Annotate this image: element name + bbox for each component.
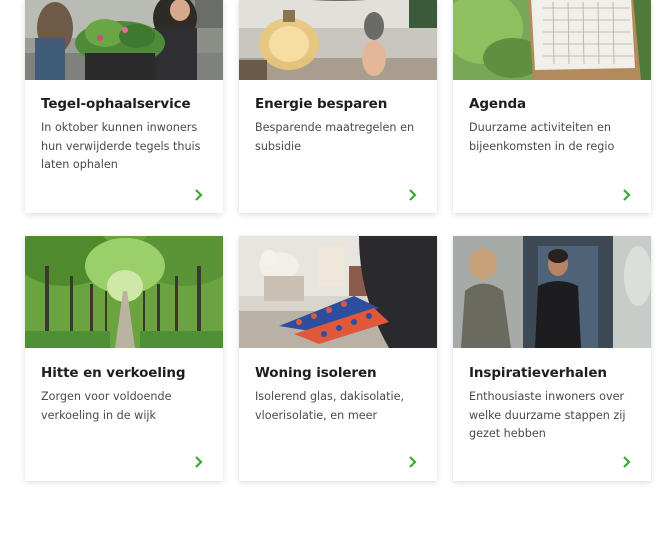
card-image-calendar [453, 0, 651, 80]
card-title: Hitte en verkoeling [41, 365, 186, 381]
card-image-people [453, 236, 651, 348]
chevron-right-icon[interactable] [621, 188, 633, 202]
card-title: Energie besparen [255, 96, 388, 112]
card-description: Enthousiaste inwoners over welke duurzam… [469, 390, 626, 440]
card-image-socks [239, 236, 437, 348]
card-woning-isoleren[interactable]: Woning isoleren Isolerend glas, dakisola… [239, 236, 437, 481]
card-grid: Tegel-ophaalservice In oktober kunnen in… [0, 0, 658, 550]
card-title: Tegel-ophaalservice [41, 96, 191, 112]
card-description: Zorgen voor voldoende verkoeling in de w… [41, 390, 172, 422]
card-image-lamp [239, 0, 437, 80]
chevron-right-icon[interactable] [193, 188, 205, 202]
card-energie-besparen[interactable]: Energie besparen Besparende maatregelen … [239, 0, 437, 213]
card-tegel-ophaalservice[interactable]: Tegel-ophaalservice In oktober kunnen in… [25, 0, 223, 213]
card-agenda[interactable]: Agenda Duurzame activiteiten en bijeenko… [453, 0, 651, 213]
chevron-right-icon[interactable] [407, 455, 419, 469]
card-hitte-en-verkoeling[interactable]: Hitte en verkoeling Zorgen voor voldoend… [25, 236, 223, 481]
card-description: Besparende maatregelen en subsidie [255, 121, 415, 153]
card-image-tegels [25, 0, 223, 80]
card-inspiratieverhalen[interactable]: Inspiratieverhalen Enthousiaste inwoners… [453, 236, 651, 481]
card-title: Agenda [469, 96, 527, 112]
chevron-right-icon[interactable] [621, 455, 633, 469]
card-title: Woning isoleren [255, 365, 377, 381]
card-image-trees [25, 236, 223, 348]
card-description: Isolerend glas, dakisolatie, vloerisolat… [255, 390, 405, 422]
card-title: Inspiratieverhalen [469, 365, 607, 381]
card-description: In oktober kunnen inwoners hun verwijder… [41, 121, 201, 171]
chevron-right-icon[interactable] [407, 188, 419, 202]
card-description: Duurzame activiteiten en bijeenkomsten i… [469, 121, 615, 153]
chevron-right-icon[interactable] [193, 455, 205, 469]
